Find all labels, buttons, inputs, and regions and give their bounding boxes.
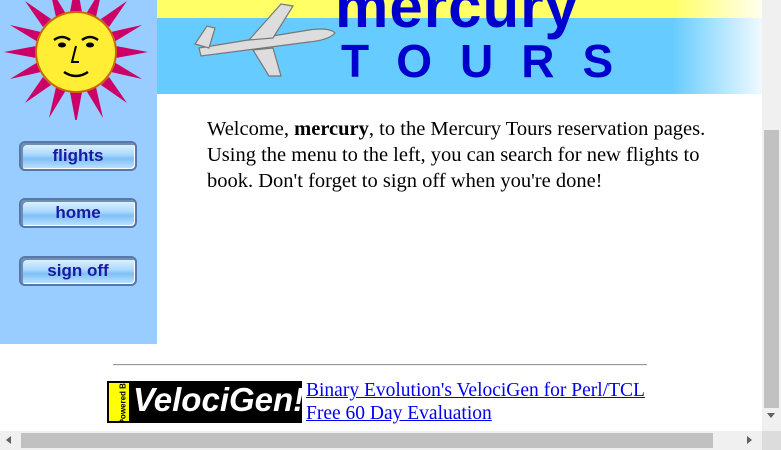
sign-off-button[interactable]: sign off: [19, 256, 137, 286]
welcome-message: Welcome, mercury, to the Mercury Tours r…: [207, 116, 747, 194]
powered-by-label: Powered By: [109, 381, 129, 423]
sun-logo-icon: [0, 0, 157, 120]
flights-button-label: flights: [52, 146, 104, 165]
free-evaluation-link[interactable]: Free 60 Day Evaluation: [306, 403, 492, 425]
home-button-label: home: [55, 203, 101, 222]
welcome-username: mercury: [294, 118, 369, 140]
home-button[interactable]: home: [19, 198, 137, 228]
flights-button[interactable]: flights: [19, 141, 137, 171]
sidebar: flights home sign off: [0, 0, 157, 344]
horizontal-scrollbar[interactable]: [0, 431, 762, 450]
velocigen-ad-link[interactable]: Binary Evolution's VelociGen for Perl/TC…: [306, 380, 645, 402]
scroll-left-arrow-icon[interactable]: [6, 436, 11, 444]
scrollbar-corner: [762, 431, 781, 450]
sign-off-button-label: sign off: [47, 261, 109, 280]
welcome-prefix: Welcome,: [207, 118, 295, 140]
scroll-down-arrow-icon[interactable]: [767, 413, 775, 418]
horizontal-scrollbar-thumb[interactable]: [21, 433, 713, 448]
logo-tours-text: TOURS: [341, 35, 642, 87]
velocigen-brand-text: VelociGen!: [133, 381, 302, 418]
vertical-scrollbar[interactable]: [762, 0, 781, 431]
velocigen-badge[interactable]: Powered By VelociGen!: [107, 381, 302, 423]
airplane-icon: [194, 3, 336, 77]
vertical-scrollbar-thumb[interactable]: [764, 130, 779, 408]
horizontal-rule: [113, 364, 647, 366]
header-banner: mercury TOURS: [157, 0, 762, 94]
scroll-right-arrow-icon[interactable]: [747, 436, 752, 444]
